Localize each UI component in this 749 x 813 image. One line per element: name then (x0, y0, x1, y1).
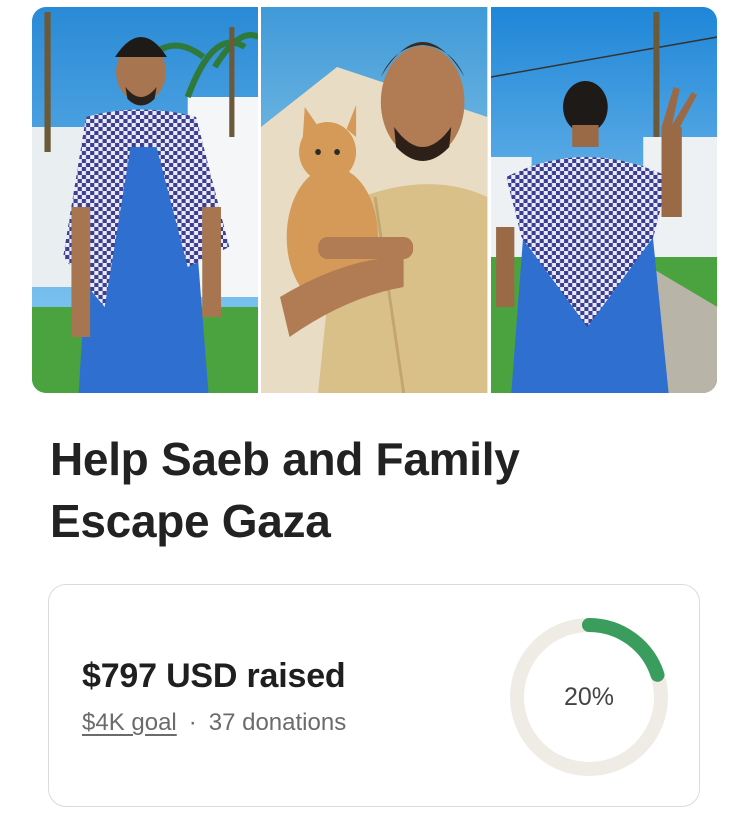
campaign-photo-2[interactable] (261, 7, 488, 393)
campaign-title: Help Saeb and Family Escape Gaza (50, 433, 520, 547)
progress-ring: 20% (507, 615, 671, 779)
photo-collage[interactable] (32, 7, 717, 393)
photo-man-holding-cat-icon (261, 7, 488, 393)
progress-percent: 20% (563, 682, 615, 711)
campaign-photo-3[interactable] (490, 7, 717, 393)
separator-dot: · (188, 709, 197, 736)
goal-link[interactable]: $4K goal (82, 709, 177, 736)
campaign-photo-1[interactable] (32, 7, 259, 393)
photo-man-keffiyeh-front-icon (32, 7, 259, 393)
goal-summary: $4K goal · 37 donations (82, 709, 346, 737)
progress-card: $797 USD raised $4K goal · 37 donations 20… (48, 584, 700, 807)
photo-man-keffiyeh-back-icon (490, 7, 717, 393)
amount-raised: $797 USD raised (82, 657, 346, 695)
donation-count: 37 donations (208, 709, 347, 736)
